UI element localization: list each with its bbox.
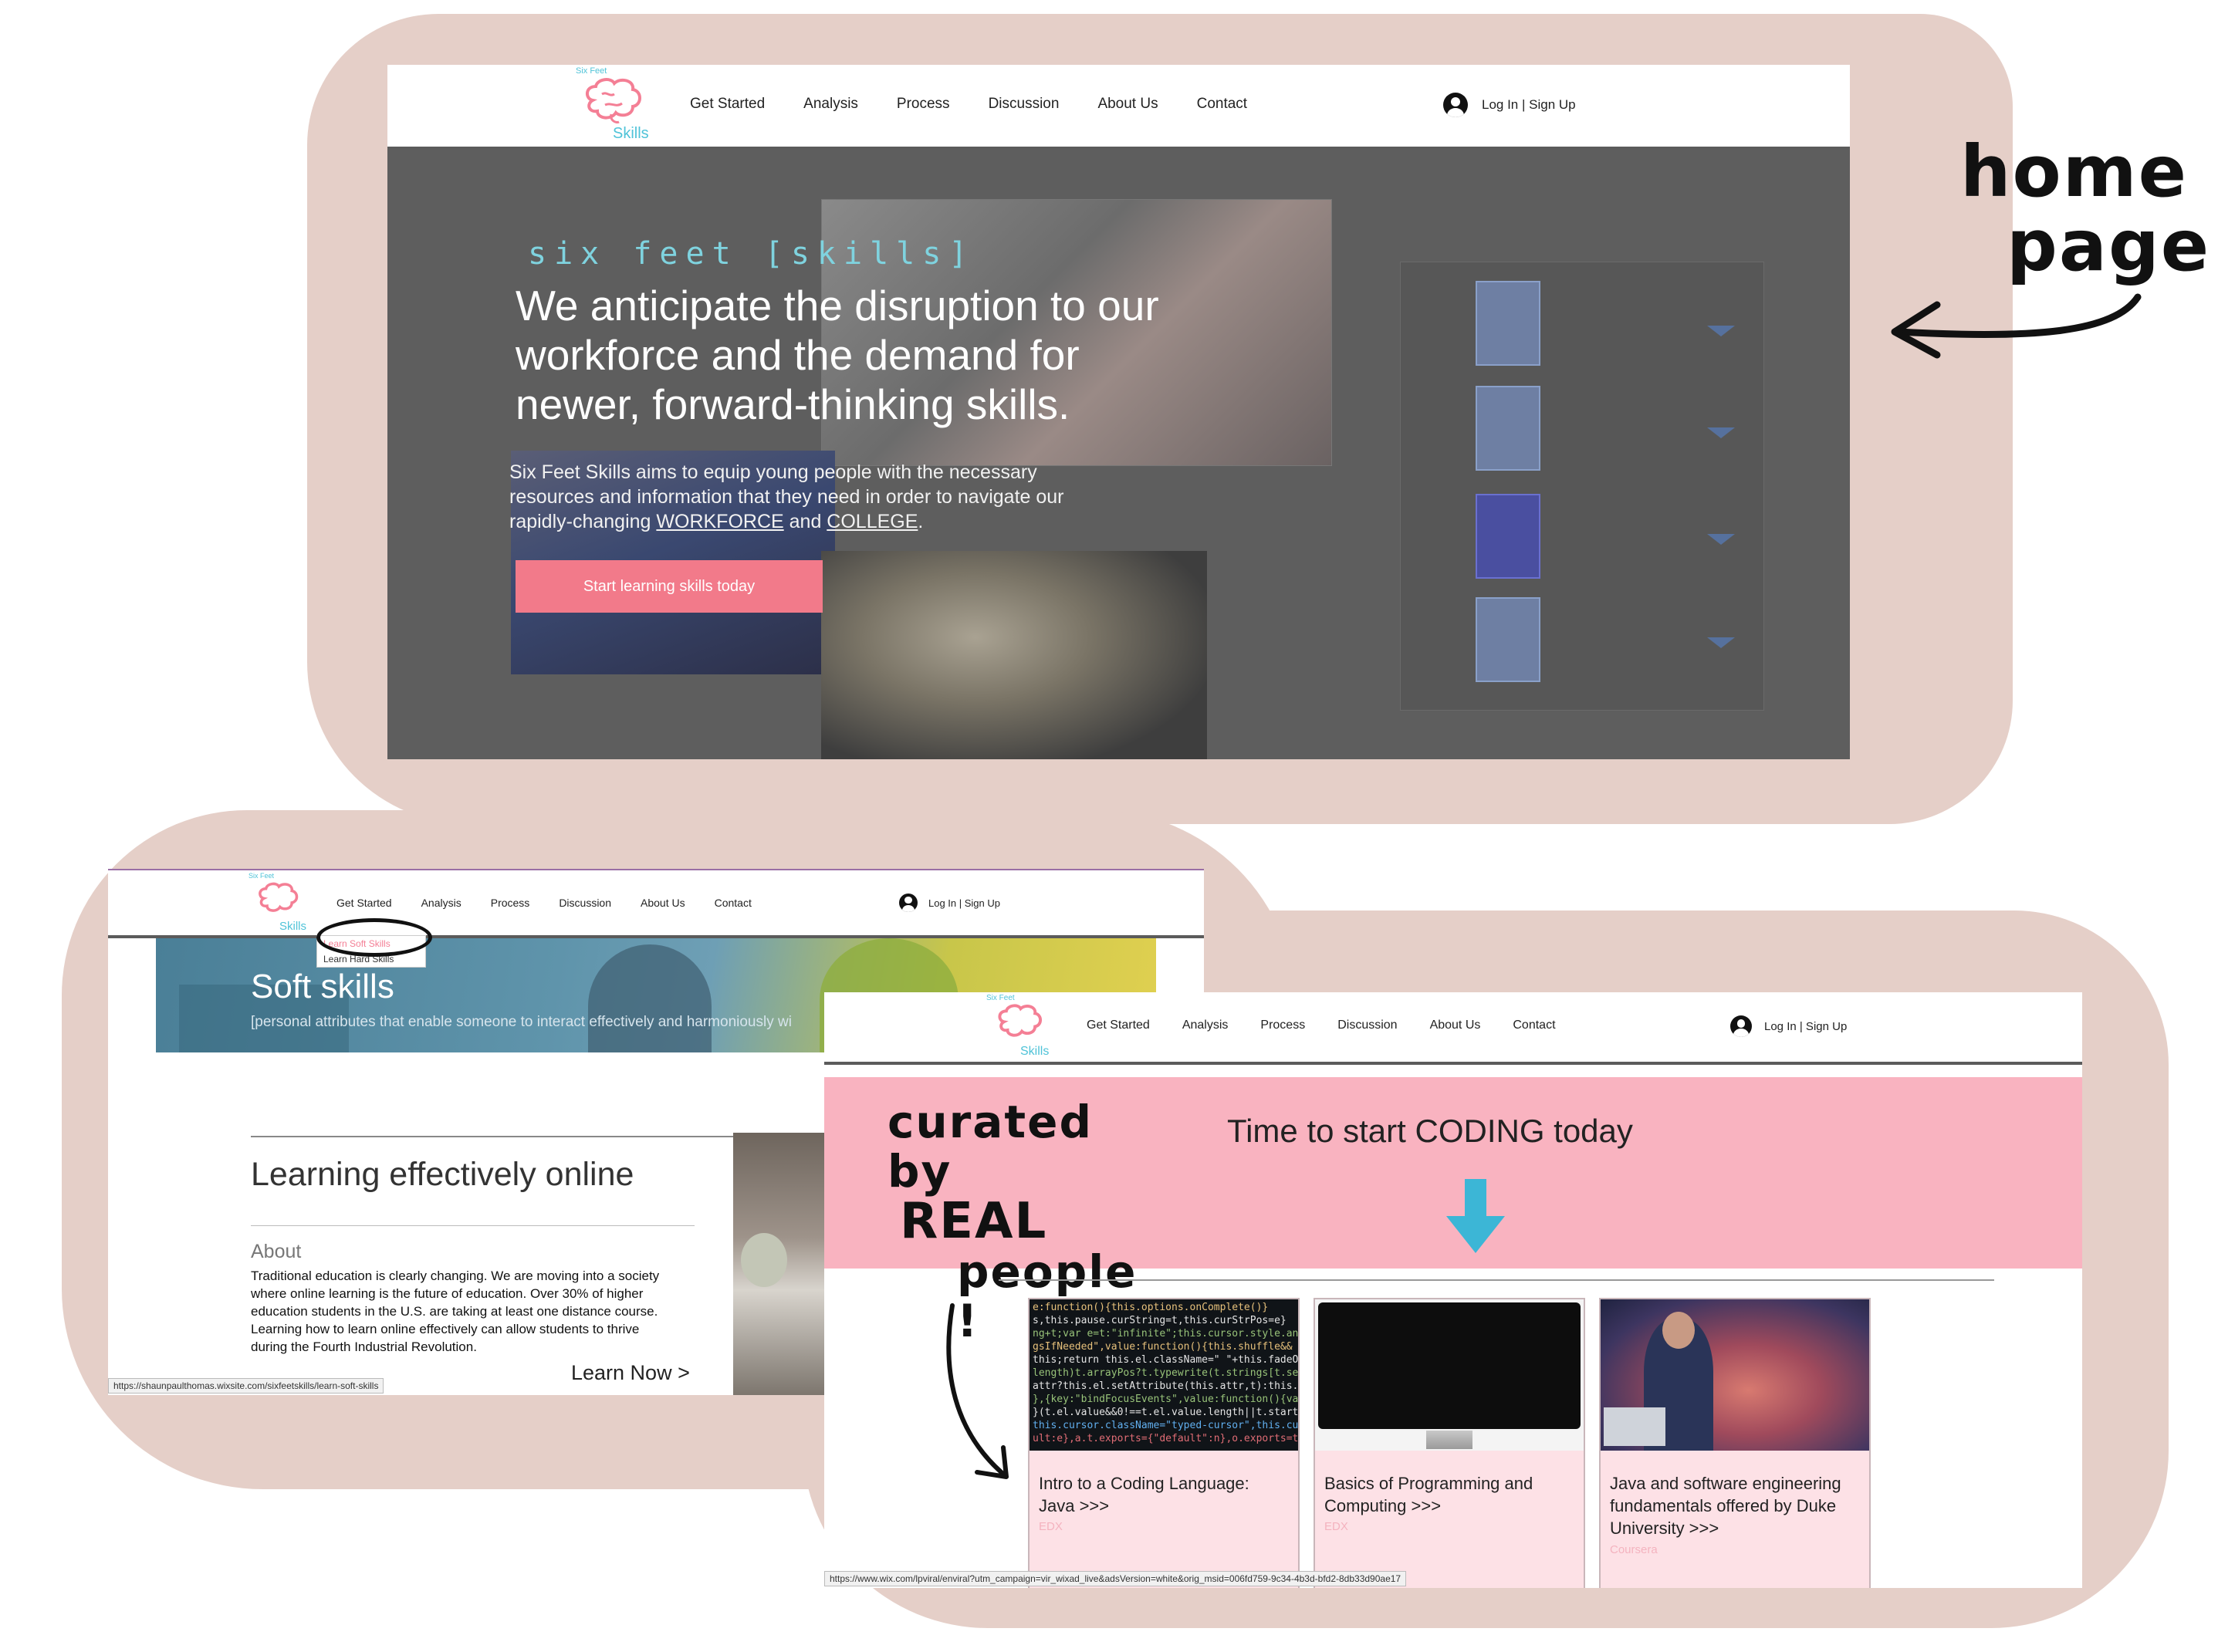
status-bar-url: https://shaunpaulthomas.wixsite.com/sixf… [108,1378,384,1394]
nav-process[interactable]: Process [491,897,530,909]
hero-photo-coral [821,551,1207,759]
hero-body: Six Feet Skills aims to equip young peop… [509,461,1064,532]
home-page-screenshot: Six Feet Skills Get Started Analysis Pro… [387,65,1850,759]
college-link[interactable]: COLLEGE [827,511,918,532]
nav-menu: Get Started Analysis Process Discussion … [690,96,1247,113]
user-avatar-icon [1443,93,1468,117]
annotation-circle [316,918,432,957]
plant-shape [741,1233,787,1287]
course-card[interactable]: Basics of Programming and Computing >>> … [1314,1298,1585,1588]
nav-contact[interactable]: Contact [1197,96,1247,113]
hero-blue-tile [1476,597,1540,682]
brain-logo-icon [259,882,299,912]
nav-about-us[interactable]: About Us [1097,96,1158,113]
soft-skills-subtitle: [personal attributes that enable someone… [251,1014,792,1030]
nav-process[interactable]: Process [1260,1019,1305,1032]
login-link[interactable]: Log In | Sign Up [1730,1015,1847,1037]
user-avatar-icon [1730,1015,1752,1037]
nav-analysis[interactable]: Analysis [803,96,858,113]
nav-analysis[interactable]: Analysis [421,897,462,909]
annotation-arrow-down [946,1303,1009,1479]
hero-blue-tile [1476,494,1540,579]
nav-process[interactable]: Process [897,96,950,113]
nav-menu: Get Started Analysis Process Discussion … [1087,1019,1556,1032]
course-source: EDX [1039,1520,1063,1533]
course-card[interactable]: Java and software engineering fundamenta… [1599,1298,1871,1588]
annotation-home-page: home page [1960,130,2211,287]
site-logo[interactable]: Six Feet Skills [249,872,310,934]
course-source: Coursera [1610,1543,1658,1556]
nav-discussion[interactable]: Discussion [1337,1019,1397,1032]
nav-contact[interactable]: Contact [1513,1019,1555,1032]
conference-image [1601,1299,1869,1451]
user-avatar-icon [899,894,918,912]
section-title: Learning effectively online [251,1156,634,1193]
site-logo[interactable]: Six Feet Skills [573,66,658,145]
nav-analysis[interactable]: Analysis [1182,1019,1229,1032]
banner-title: Time to start CODING today [1227,1113,1633,1149]
hero-brand: six feet [skills] [528,236,975,272]
login-link[interactable]: Log In | Sign Up [1443,93,1576,117]
hero-blue-tile [1476,281,1540,366]
speaker-head [1662,1312,1695,1349]
chevron-down-icon [1707,326,1735,336]
nav-get-started[interactable]: Get Started [690,96,765,113]
workforce-link[interactable]: WORKFORCE [656,511,783,532]
start-learning-button[interactable]: Start learning skills today [516,560,823,613]
learn-now-link[interactable]: Learn Now > [571,1361,690,1385]
login-link[interactable]: Log In | Sign Up [899,894,1000,912]
top-nav: Six Feet Skills Get Started Analysis Pro… [387,65,1850,150]
site-logo[interactable]: Six Feet Skills [986,994,1056,1060]
hero-blue-tile [1476,386,1540,471]
course-card[interactable]: e:function(){this.options.onComplete()} … [1028,1298,1300,1588]
chevron-down-icon [1707,637,1735,648]
section-divider [251,1225,695,1226]
coding-screenshot: Six Feet Skills Get Started Analysis Pro… [824,992,2082,1588]
nav-get-started[interactable]: Get Started [336,897,392,909]
monitor-screen [1318,1302,1581,1429]
brain-logo-icon [998,1004,1043,1037]
course-title: Java and software engineering fundamenta… [1610,1474,1841,1538]
brain-logo-icon [586,78,641,123]
nav-discussion[interactable]: Discussion [989,96,1060,113]
nav-about-us[interactable]: About Us [641,897,685,909]
about-label: About [251,1241,302,1262]
nav-about-us[interactable]: About Us [1430,1019,1481,1032]
section-divider [999,1279,1994,1281]
code-screen-image: e:function(){this.options.onComplete()} … [1030,1299,1298,1451]
annotation-arrow-left [1891,293,2142,359]
top-nav: Six Feet Skills Get Started Analysis Pro… [824,992,2082,1065]
laptop-shape [1604,1407,1665,1446]
status-bar-url: https://www.wix.com/lpviral/enviral?utm_… [824,1571,1407,1586]
chevron-down-icon [1707,534,1735,545]
nav-get-started[interactable]: Get Started [1087,1019,1150,1032]
arrow-down-icon [1446,1179,1505,1253]
monitor-image [1315,1299,1584,1451]
course-title: Intro to a Coding Language: Java >>> [1039,1474,1249,1515]
hero-people-shape [588,944,712,1052]
nav-discussion[interactable]: Discussion [559,897,611,909]
nav-contact[interactable]: Contact [715,897,752,909]
hero-headline: We anticipate the disruption to our work… [516,282,1159,428]
soft-skills-title: Soft skills [251,968,394,1005]
course-source: EDX [1324,1520,1348,1533]
chevron-down-icon [1707,427,1735,438]
nav-menu: Get Started Analysis Process Discussion … [336,897,752,909]
top-nav: Six Feet Skills Get Started Analysis Pro… [108,870,1204,938]
about-text: Traditional education is clearly changin… [251,1269,660,1354]
course-title: Basics of Programming and Computing >>> [1324,1474,1533,1515]
monitor-stand [1426,1431,1472,1449]
